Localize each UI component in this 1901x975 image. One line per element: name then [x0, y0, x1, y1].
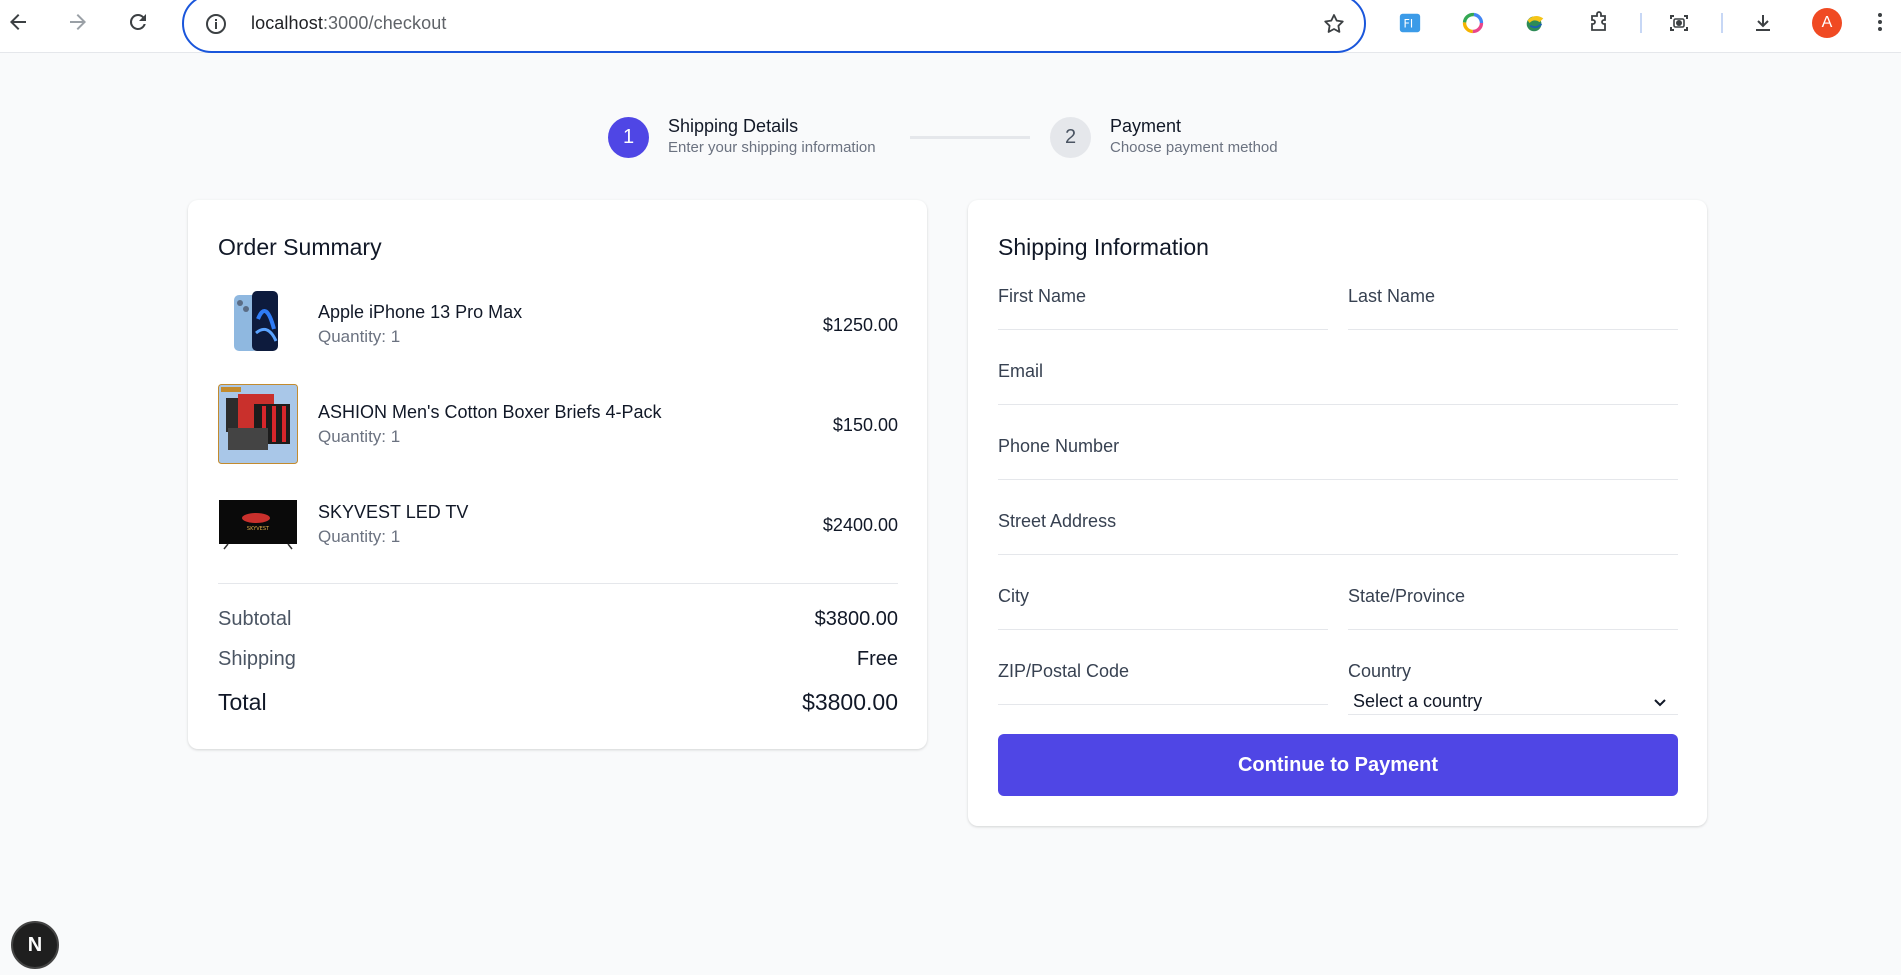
svg-text:SKYVEST: SKYVEST [247, 526, 270, 532]
last-name-input[interactable] [1348, 310, 1678, 330]
continue-to-payment-button[interactable]: Continue to Payment [998, 734, 1678, 796]
item-price: $2400.00 [822, 515, 898, 535]
email-label: Email [998, 361, 1044, 381]
browser-toolbar: localhost:3000/checkout FI A [0, 0, 1901, 53]
product-image-boxers [218, 384, 298, 464]
list-item: Apple iPhone 13 Pro Max Quantity: 1 $125… [218, 284, 898, 364]
item-price: $150.00 [832, 415, 898, 435]
phone-input[interactable] [998, 460, 1678, 480]
arrow-left-icon [10, 14, 26, 30]
address-bar[interactable]: localhost:3000/checkout [182, 0, 1366, 53]
chevron-down-icon [1654, 699, 1666, 707]
state-label: State/Province [1348, 586, 1466, 606]
total-label: Total [218, 689, 267, 715]
download-icon[interactable] [1750, 10, 1776, 36]
first-name-input[interactable] [998, 310, 1328, 330]
bookmark-star-icon[interactable] [1322, 12, 1346, 36]
phone-label: Phone Number [998, 436, 1120, 456]
subtotal-value: $3800.00 [814, 608, 898, 630]
order-summary-title: Order Summary [218, 234, 382, 260]
city-label: City [998, 586, 1029, 606]
url-text[interactable]: localhost:3000/checkout [251, 13, 446, 34]
subtotal-label: Subtotal [218, 608, 292, 630]
last-name-field: Last Name [1348, 286, 1678, 340]
zip-field: ZIP/Postal Code [998, 661, 1328, 715]
step-connector [910, 136, 1030, 139]
order-summary-card: Order Summary Apple iPhone 13 Pro Max Qu… [188, 200, 927, 749]
globe-extension-icon[interactable] [1522, 10, 1548, 36]
email-field: Email [998, 361, 1678, 415]
item-quantity: Quantity: 1 [318, 327, 401, 346]
item-name: ASHION Men's Cotton Boxer Briefs 4-Pack [318, 402, 662, 422]
toolbar-separator [1721, 13, 1723, 33]
step-2-title: Payment [1110, 116, 1182, 136]
step-2-subtitle: Choose payment method [1110, 139, 1278, 156]
city-input[interactable] [998, 610, 1328, 630]
zip-input[interactable] [998, 685, 1328, 705]
state-input[interactable] [1348, 610, 1678, 630]
street-address-field: Street Address [998, 511, 1678, 565]
state-field: State/Province [1348, 586, 1678, 640]
url-path: :3000/checkout [322, 13, 447, 33]
step-2-indicator: 2 [1050, 117, 1091, 158]
first-name-label: First Name [998, 286, 1087, 306]
shipping-form-card: Shipping Information First Name Last Nam… [968, 200, 1707, 826]
item-price: $1250.00 [822, 315, 898, 335]
last-name-label: Last Name [1348, 286, 1436, 306]
street-address-input[interactable] [998, 535, 1678, 555]
item-name: SKYVEST LED TV [318, 502, 469, 522]
url-host: localhost [251, 13, 323, 33]
arrow-right-icon [70, 14, 86, 30]
profile-avatar[interactable]: A [1812, 8, 1842, 38]
street-address-label: Street Address [998, 511, 1117, 531]
product-image-tv: SKYVEST [218, 484, 298, 564]
country-field: Country Select a country [1348, 661, 1678, 717]
puzzle-icon[interactable] [1586, 10, 1612, 36]
shipping-value: Free [856, 648, 898, 670]
reload-button[interactable] [122, 6, 154, 38]
svg-text:FI: FI [1404, 18, 1414, 31]
city-field: City [998, 586, 1328, 640]
checkout-stepper: 1 Shipping Details Enter your shipping i… [608, 116, 1308, 164]
browser-menu-button[interactable] [1864, 6, 1896, 38]
country-select[interactable]: Select a country [1348, 689, 1678, 715]
zip-label: ZIP/Postal Code [998, 661, 1130, 681]
step-1-title: Shipping Details [668, 116, 799, 136]
reload-icon [129, 13, 146, 30]
forward-button[interactable] [62, 6, 94, 38]
total-value: $3800.00 [802, 689, 898, 715]
item-name: Apple iPhone 13 Pro Max [318, 302, 523, 322]
item-quantity: Quantity: 1 [318, 527, 401, 546]
phone-field: Phone Number [998, 436, 1678, 490]
color-wheel-icon[interactable] [1460, 10, 1486, 36]
step-1-subtitle: Enter your shipping information [668, 139, 876, 156]
info-icon[interactable] [204, 12, 228, 36]
fi-extension-icon[interactable]: FI [1397, 10, 1423, 36]
shipping-form-title: Shipping Information [998, 234, 1209, 260]
shipping-label: Shipping [218, 648, 296, 670]
list-item: ASHION Men's Cotton Boxer Briefs 4-Pack … [218, 384, 898, 464]
toolbar-separator [1640, 13, 1642, 33]
first-name-field: First Name [998, 286, 1328, 340]
country-label: Country [1348, 661, 1412, 681]
item-quantity: Quantity: 1 [318, 427, 401, 446]
screenshot-icon[interactable] [1666, 10, 1692, 36]
back-button[interactable] [2, 6, 34, 38]
nextjs-dev-badge[interactable]: N [11, 921, 59, 969]
summary-divider [218, 583, 898, 584]
product-image-phone [218, 284, 298, 364]
list-item: SKYVEST SKYVEST LED TV Quantity: 1 $2400… [218, 484, 898, 564]
step-1-indicator: 1 [608, 117, 649, 158]
kebab-menu-icon [1878, 13, 1882, 31]
email-input[interactable] [998, 385, 1678, 405]
country-selected-value: Select a country [1353, 691, 1483, 711]
